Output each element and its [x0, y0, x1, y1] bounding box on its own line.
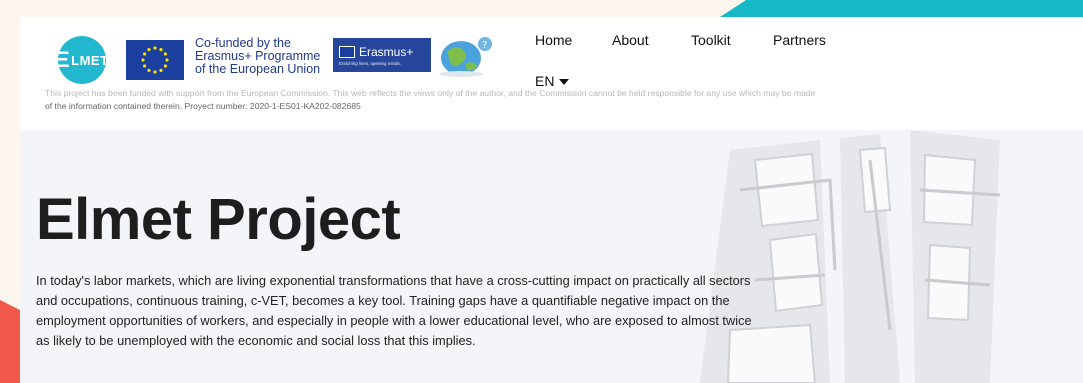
erasmus-logo: Erasmus+ Enriching lives, opening minds.: [333, 38, 431, 72]
nav-toolkit[interactable]: Toolkit: [691, 32, 773, 48]
side-accent-coral: [0, 300, 20, 383]
site-header: Ξ LMET Co-funded by the Erasmus+ Program…: [20, 17, 1083, 130]
page-title: Elmet Project: [36, 187, 401, 252]
top-accent-teal: [720, 0, 1083, 17]
chevron-down-icon: [559, 79, 570, 85]
elmet-logo[interactable]: Ξ LMET: [55, 36, 108, 84]
page: Ξ LMET Co-funded by the Erasmus+ Program…: [20, 17, 1083, 383]
main-nav: Home About Toolkit Partners: [535, 32, 853, 48]
disclaimer-line-2: of the information contained therein. Pr…: [45, 101, 361, 111]
top-accent-cream: [0, 0, 720, 17]
nav-about[interactable]: About: [612, 32, 691, 48]
disclaimer-line-1: This project has been funded with suppor…: [45, 88, 816, 98]
hero-description: In today's labor markets, which are livi…: [36, 273, 752, 348]
funding-disclaimer: This project has been funded with suppor…: [45, 87, 1075, 113]
eu-flag-icon: [126, 40, 184, 80]
eu-cofunded-text: Co-funded by the Erasmus+ Programme of t…: [195, 37, 355, 76]
nav-home[interactable]: Home: [535, 32, 612, 48]
globe-icon: ?: [433, 34, 495, 78]
erasmus-logo-text: Erasmus+: [359, 44, 414, 59]
svg-text:?: ?: [482, 40, 487, 51]
nav-partners[interactable]: Partners: [773, 32, 853, 48]
mini-eu-flag-icon: [339, 45, 355, 58]
erasmus-logo-tagline: Enriching lives, opening minds.: [339, 60, 402, 66]
eu-text-line: of the European Union: [195, 62, 321, 76]
